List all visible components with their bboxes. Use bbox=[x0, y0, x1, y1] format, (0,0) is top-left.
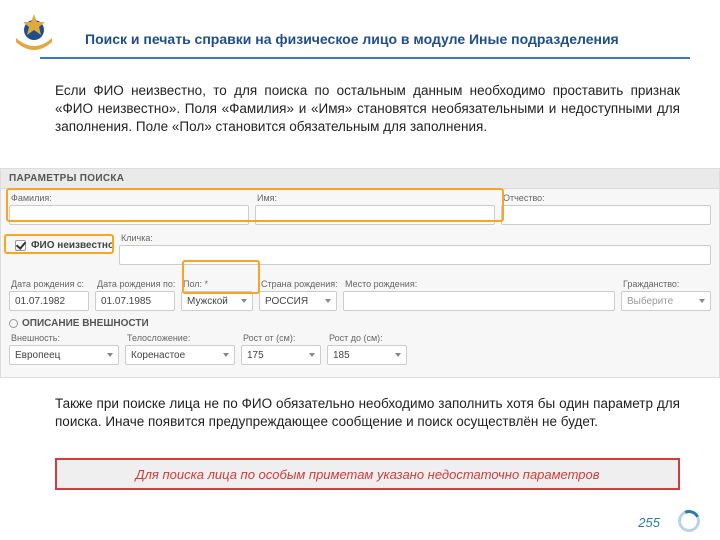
search-parameters-panel: ПАРАМЕТРЫ ПОИСКА Фамилия: Имя: Отчество:… bbox=[0, 168, 720, 378]
label-name: Имя: bbox=[255, 193, 495, 203]
birth-place-input[interactable] bbox=[343, 291, 615, 311]
build-select[interactable]: Коренастое bbox=[125, 345, 235, 365]
patronymic-input[interactable] bbox=[501, 205, 711, 225]
date-to-input[interactable]: 01.07.1985 bbox=[95, 291, 175, 311]
label-birth-country: Страна рождения: bbox=[259, 279, 337, 289]
appearance-select[interactable]: Европеец bbox=[9, 345, 119, 365]
spinner-icon bbox=[675, 507, 703, 535]
chevron-down-icon bbox=[309, 353, 315, 357]
warning-message: Для поиска лица по особым приметам указа… bbox=[55, 458, 680, 490]
outro-paragraph: Также при поиске лица не по ФИО обязател… bbox=[55, 395, 680, 431]
intro-paragraph: Если ФИО неизвестно, то для поиска по ос… bbox=[55, 82, 680, 137]
label-patronymic: Отчество: bbox=[501, 193, 711, 203]
label-height-to: Рост до (см): bbox=[327, 333, 407, 343]
checkbox-icon bbox=[15, 240, 26, 251]
date-from-input[interactable]: 01.07.1982 bbox=[9, 291, 89, 311]
label-sex: Пол: * bbox=[181, 279, 253, 289]
title-divider bbox=[40, 57, 690, 59]
unknown-fio-checkbox[interactable]: ФИО неизвестно bbox=[9, 237, 120, 254]
sex-select[interactable]: Мужской bbox=[181, 291, 253, 311]
label-date-to: Дата рождения по: bbox=[95, 279, 175, 289]
expand-icon[interactable] bbox=[9, 319, 18, 328]
label-appearance: Внешность: bbox=[9, 333, 119, 343]
nickname-input[interactable] bbox=[119, 245, 711, 265]
emblem-icon bbox=[10, 10, 58, 58]
unknown-fio-label: ФИО неизвестно bbox=[31, 240, 114, 251]
label-birth-place: Место рождения: bbox=[343, 279, 615, 289]
citizenship-select[interactable]: Выберите bbox=[621, 291, 711, 311]
chevron-down-icon bbox=[699, 299, 705, 303]
label-surname: Фамилия: bbox=[9, 193, 249, 203]
label-height-from: Рост от (см): bbox=[241, 333, 321, 343]
label-nickname: Кличка: bbox=[119, 233, 711, 243]
surname-input[interactable] bbox=[9, 205, 249, 225]
label-date-from: Дата рождения с: bbox=[9, 279, 89, 289]
page-number: 255 bbox=[638, 515, 660, 530]
chevron-down-icon bbox=[223, 353, 229, 357]
height-to-select[interactable]: 185 bbox=[327, 345, 407, 365]
chevron-down-icon bbox=[107, 353, 113, 357]
label-citizenship: Гражданство: bbox=[621, 279, 711, 289]
birth-country-select[interactable]: РОССИЯ bbox=[259, 291, 337, 311]
chevron-down-icon bbox=[325, 299, 331, 303]
panel-header: ПАРАМЕТРЫ ПОИСКА bbox=[1, 169, 719, 189]
label-build: Телосложение: bbox=[125, 333, 235, 343]
height-from-select[interactable]: 175 bbox=[241, 345, 321, 365]
page-title: Поиск и печать справки на физическое лиц… bbox=[85, 28, 690, 50]
chevron-down-icon bbox=[241, 299, 247, 303]
appearance-section-title: ОПИСАНИЕ ВНЕШНОСТИ bbox=[1, 315, 719, 329]
chevron-down-icon bbox=[395, 353, 401, 357]
name-input[interactable] bbox=[255, 205, 495, 225]
